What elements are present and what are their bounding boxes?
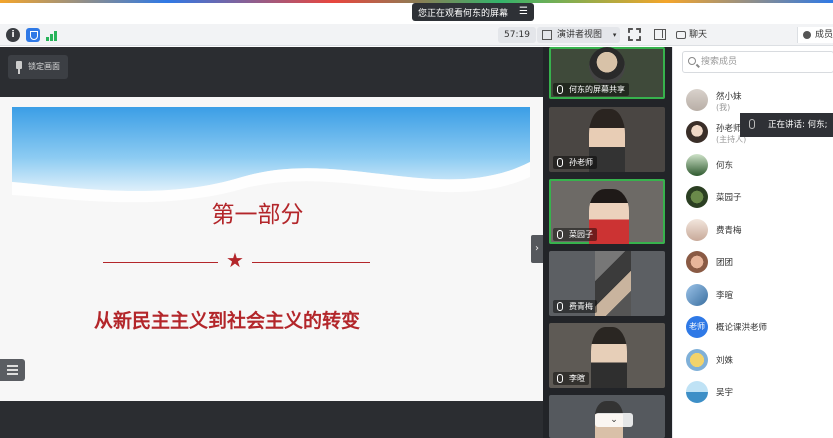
mic-icon [557, 302, 563, 311]
lock-view-label: 锁定画面 [28, 62, 60, 71]
side-panel-toggle-icon[interactable] [654, 29, 666, 40]
video-label-text: 费青梅 [569, 302, 593, 311]
video-tile[interactable]: 孙老师 [549, 107, 665, 172]
avatar [686, 349, 708, 371]
speaking-text: 正在讲话: 何东; [768, 120, 828, 130]
video-label-text: 李暄 [569, 374, 585, 383]
chat-button[interactable]: 聊天 [674, 27, 707, 43]
avatar [686, 251, 708, 273]
list-menu-button[interactable] [0, 359, 25, 381]
mic-icon [557, 230, 563, 239]
participant-video [589, 47, 625, 85]
avatar: 老师 [686, 316, 708, 338]
member-name: 吴宇 [716, 388, 734, 398]
video-tile[interactable]: 何东的屏幕共享 [549, 47, 665, 99]
video-label: 李暄 [553, 372, 589, 385]
avatar [686, 381, 708, 403]
mic-icon [749, 119, 755, 129]
member-name: 刘姝 [716, 356, 734, 366]
layout-icon [542, 30, 552, 40]
search-icon [688, 57, 696, 65]
video-label: 费青梅 [553, 300, 597, 313]
pin-icon [16, 61, 22, 74]
member-name: 何东 [716, 161, 734, 171]
member-search-input[interactable]: 搜索成员 [682, 51, 833, 73]
speaking-indicator: 正在讲话: 何东; [740, 113, 833, 137]
member-name: 概论课洪老师 [716, 323, 768, 333]
lock-view-button[interactable]: 锁定画面 [8, 55, 68, 79]
slide-divider-right [252, 262, 370, 263]
shared-screen-area: 锁定画面 第一部分 ★ 从新民主主义到社会主义的转变 [0, 47, 543, 438]
presentation-slide: 第一部分 ★ 从新民主主义到社会主义的转变 [0, 97, 543, 401]
chevron-down-icon[interactable]: ⌄ [595, 413, 633, 427]
slide-title: 第一部分 [211, 202, 304, 228]
mic-icon [557, 158, 563, 167]
meeting-toolbar: i 57:19 演讲者视图 ▾ 聊天 成员 [0, 24, 833, 46]
avatar [686, 219, 708, 241]
chevron-down-icon: ▾ [612, 31, 617, 39]
avatar [686, 186, 708, 208]
video-label: 孙老师 [553, 156, 597, 169]
meeting-timer: 57:19 [498, 27, 536, 43]
person-icon [803, 31, 811, 39]
video-label-text: 菜园子 [569, 230, 593, 239]
video-tile[interactable]: ⌄ [549, 395, 665, 438]
menu-icon[interactable]: ☰ [519, 6, 528, 17]
video-tile[interactable]: 菜园子 [549, 179, 665, 244]
member-name: 孙老师 [716, 124, 742, 134]
view-mode-dropdown[interactable]: 演讲者视图 ▾ [537, 27, 621, 43]
video-label: 菜园子 [553, 228, 597, 241]
member-search-placeholder: 搜索成员 [701, 57, 738, 67]
avatar [686, 89, 708, 111]
video-label: 何东的屏幕共享 [553, 83, 629, 96]
security-shield-icon[interactable] [26, 28, 40, 42]
member-role: (我) [716, 103, 731, 112]
notice-text: 您正在观看何东的屏幕 [418, 8, 509, 19]
avatar [686, 154, 708, 176]
network-signal-icon[interactable] [46, 29, 60, 41]
chat-icon [676, 31, 686, 39]
participant-video [591, 327, 627, 388]
mic-icon [557, 85, 563, 94]
video-tile[interactable]: 费青梅 [549, 251, 665, 316]
member-name: 团团 [716, 258, 734, 268]
video-tile[interactable]: 李暄 [549, 323, 665, 388]
collapse-video-panel-button[interactable]: › [531, 235, 543, 263]
star-icon: ★ [226, 248, 244, 272]
members-panel: 搜索成员 然小妹 (我) 孙老师 (主持人) 何东 菜园子 费青梅 团团 李暄 … [672, 47, 833, 438]
chat-label: 聊天 [689, 30, 708, 40]
participant-video [595, 251, 631, 316]
video-label-text: 何东的屏幕共享 [569, 85, 625, 94]
avatar [686, 284, 708, 306]
video-thumbnail-column: 何东的屏幕共享 孙老师 菜园子 费青梅 李暄 ⌄ [543, 47, 672, 438]
members-button[interactable]: 成员 [797, 27, 833, 43]
member-name: 李暄 [716, 291, 734, 301]
video-label-text: 孙老师 [569, 158, 593, 167]
mic-icon [557, 374, 563, 383]
slide-divider-left [103, 262, 218, 263]
view-mode-label: 演讲者视图 [557, 30, 603, 40]
member-name: 费青梅 [716, 226, 742, 236]
screen-share-notice: 您正在观看何东的屏幕 ☰ [412, 3, 534, 21]
avatar [686, 121, 708, 143]
members-label: 成员 [815, 30, 833, 40]
member-name: 然小妹 [716, 92, 742, 102]
fullscreen-icon[interactable] [628, 28, 641, 41]
member-name: 菜园子 [716, 193, 742, 203]
info-icon[interactable]: i [6, 28, 20, 42]
slide-subtitle: 从新民主主义到社会主义的转变 [94, 310, 361, 332]
